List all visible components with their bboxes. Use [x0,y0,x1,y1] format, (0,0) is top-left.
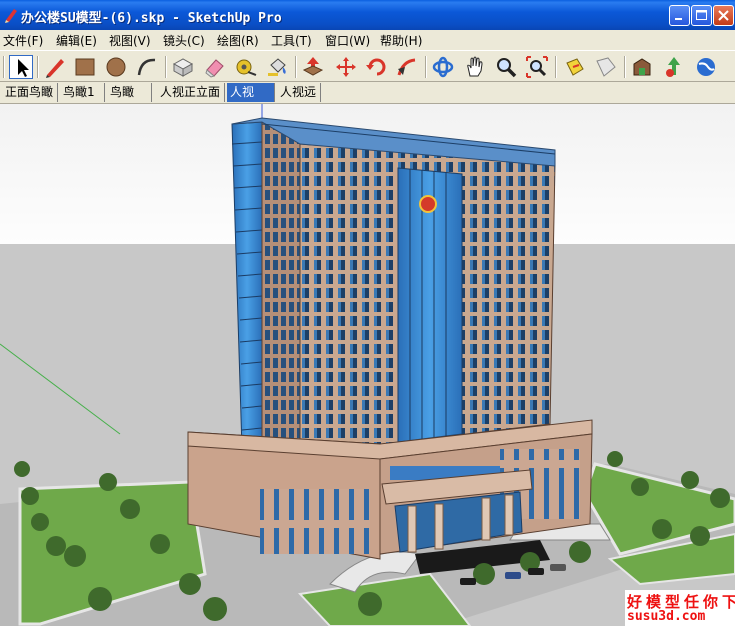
title-bar: 办公楼SU模型-(6).skp - SketchUp Pro [0,0,735,30]
menu-bar: 文件(F) 编辑(E) 视图(V) 镜头(C) 绘图(R) 工具(T) 窗口(W… [0,30,735,50]
building-model-render [0,104,735,626]
paint-bucket-button[interactable] [266,55,290,79]
zoom-extents-icon [526,56,548,78]
circle-tool-button[interactable] [104,55,128,79]
scene-tab-eye-far[interactable]: 人视远 [277,83,321,102]
menu-camera[interactable]: 镜头(C) [163,32,205,49]
scene-tab-aerial[interactable]: 鸟瞰 [107,83,152,102]
scene-tab-eye-front-elevation[interactable]: 人视正立面 [157,83,225,102]
tape-measure-button[interactable] [234,55,258,79]
rectangle-tool-icon [75,58,95,76]
maximize-button[interactable] [691,5,712,26]
watermark-site: susu3d.com [627,609,706,624]
move-tool-icon [336,57,356,77]
follow-me-icon [397,58,416,76]
section-fill-button[interactable] [594,55,618,79]
main-toolbar [0,50,735,82]
zoom-tool-icon [497,58,517,78]
pan-tool-button[interactable] [463,55,487,79]
watermark-badge: 好模型任你下 susu3d.com [625,590,735,626]
select-tool-button[interactable] [9,55,33,79]
menu-window[interactable]: 窗口(W) [325,32,370,49]
component-warehouse-button[interactable] [630,55,654,79]
eraser-tool-icon [205,59,224,78]
national-emblem-icon [419,195,437,213]
zoom-tool-button[interactable] [494,55,518,79]
toolbar-separator [425,56,427,78]
close-button[interactable] [713,5,734,26]
entrance-column [434,503,444,550]
google-earth-icon [697,58,715,76]
google-earth-button[interactable] [694,55,718,79]
model-viewport[interactable] [0,104,735,626]
menu-view[interactable]: 视图(V) [109,32,151,49]
component-warehouse-icon [633,58,651,76]
select-tool-icon [18,59,29,77]
make-component-button[interactable] [171,55,195,79]
line-tool-button[interactable] [43,55,67,79]
entrance-column [407,505,417,553]
arc-tool-button[interactable] [135,55,159,79]
entrance-column [504,494,514,536]
section-plane-button[interactable] [563,55,587,79]
menu-file[interactable]: 文件(F) [3,32,43,49]
arc-tool-icon [137,58,156,76]
push-pull-button[interactable] [301,55,325,79]
tape-measure-icon [236,59,257,76]
move-tool-button[interactable] [334,55,358,79]
orbit-tool-icon [432,56,454,78]
entrance-column [481,497,491,541]
minimize-button[interactable] [669,5,690,26]
section-fill-icon [596,57,616,77]
eraser-tool-button[interactable] [203,55,227,79]
follow-me-button[interactable] [395,55,419,79]
section-plane-icon [566,58,584,76]
paint-bucket-icon [268,58,286,76]
toolbar-separator [555,56,557,78]
zoom-extents-button[interactable] [525,55,549,79]
menu-draw[interactable]: 绘图(R) [217,32,259,49]
toolbar-separator [37,56,39,78]
scene-tab-front-aerial[interactable]: 正面鸟瞰 [2,83,58,102]
minimize-icon [675,18,682,20]
scene-tab-eye-level[interactable]: 人视 [227,83,275,102]
window-title: 办公楼SU模型-(6).skp - SketchUp Pro [21,11,282,26]
add-location-button[interactable] [662,55,686,79]
rotate-tool-icon [366,58,386,76]
pan-tool-icon [467,56,483,77]
orbit-tool-button[interactable] [431,55,455,79]
circle-tool-icon [106,57,126,77]
podium-left-windows [260,489,370,554]
sketchup-app-icon[interactable] [3,7,19,23]
menu-edit[interactable]: 编辑(E) [56,32,97,49]
rectangle-tool-button[interactable] [73,55,97,79]
menu-help[interactable]: 帮助(H) [380,32,422,49]
toolbar-grip[interactable] [3,56,5,78]
scene-tabs-bar: 正面鸟瞰 鸟瞰1 鸟瞰 人视正立面 人视 人视远 [0,82,735,104]
rotate-tool-button[interactable] [365,55,389,79]
toolbar-separator [295,56,297,78]
close-icon [718,10,729,21]
tower-side-facade [261,121,301,455]
push-pull-icon [302,57,324,76]
scene-tab-aerial-1[interactable]: 鸟瞰1 [60,83,105,102]
toolbar-separator [165,56,167,78]
pencil-line-tool-icon [46,59,64,78]
menu-tools[interactable]: 工具(T) [271,32,312,49]
toolbar-separator [624,56,626,78]
add-location-icon [666,57,680,77]
maximize-icon [696,10,707,20]
make-component-icon [172,58,194,77]
